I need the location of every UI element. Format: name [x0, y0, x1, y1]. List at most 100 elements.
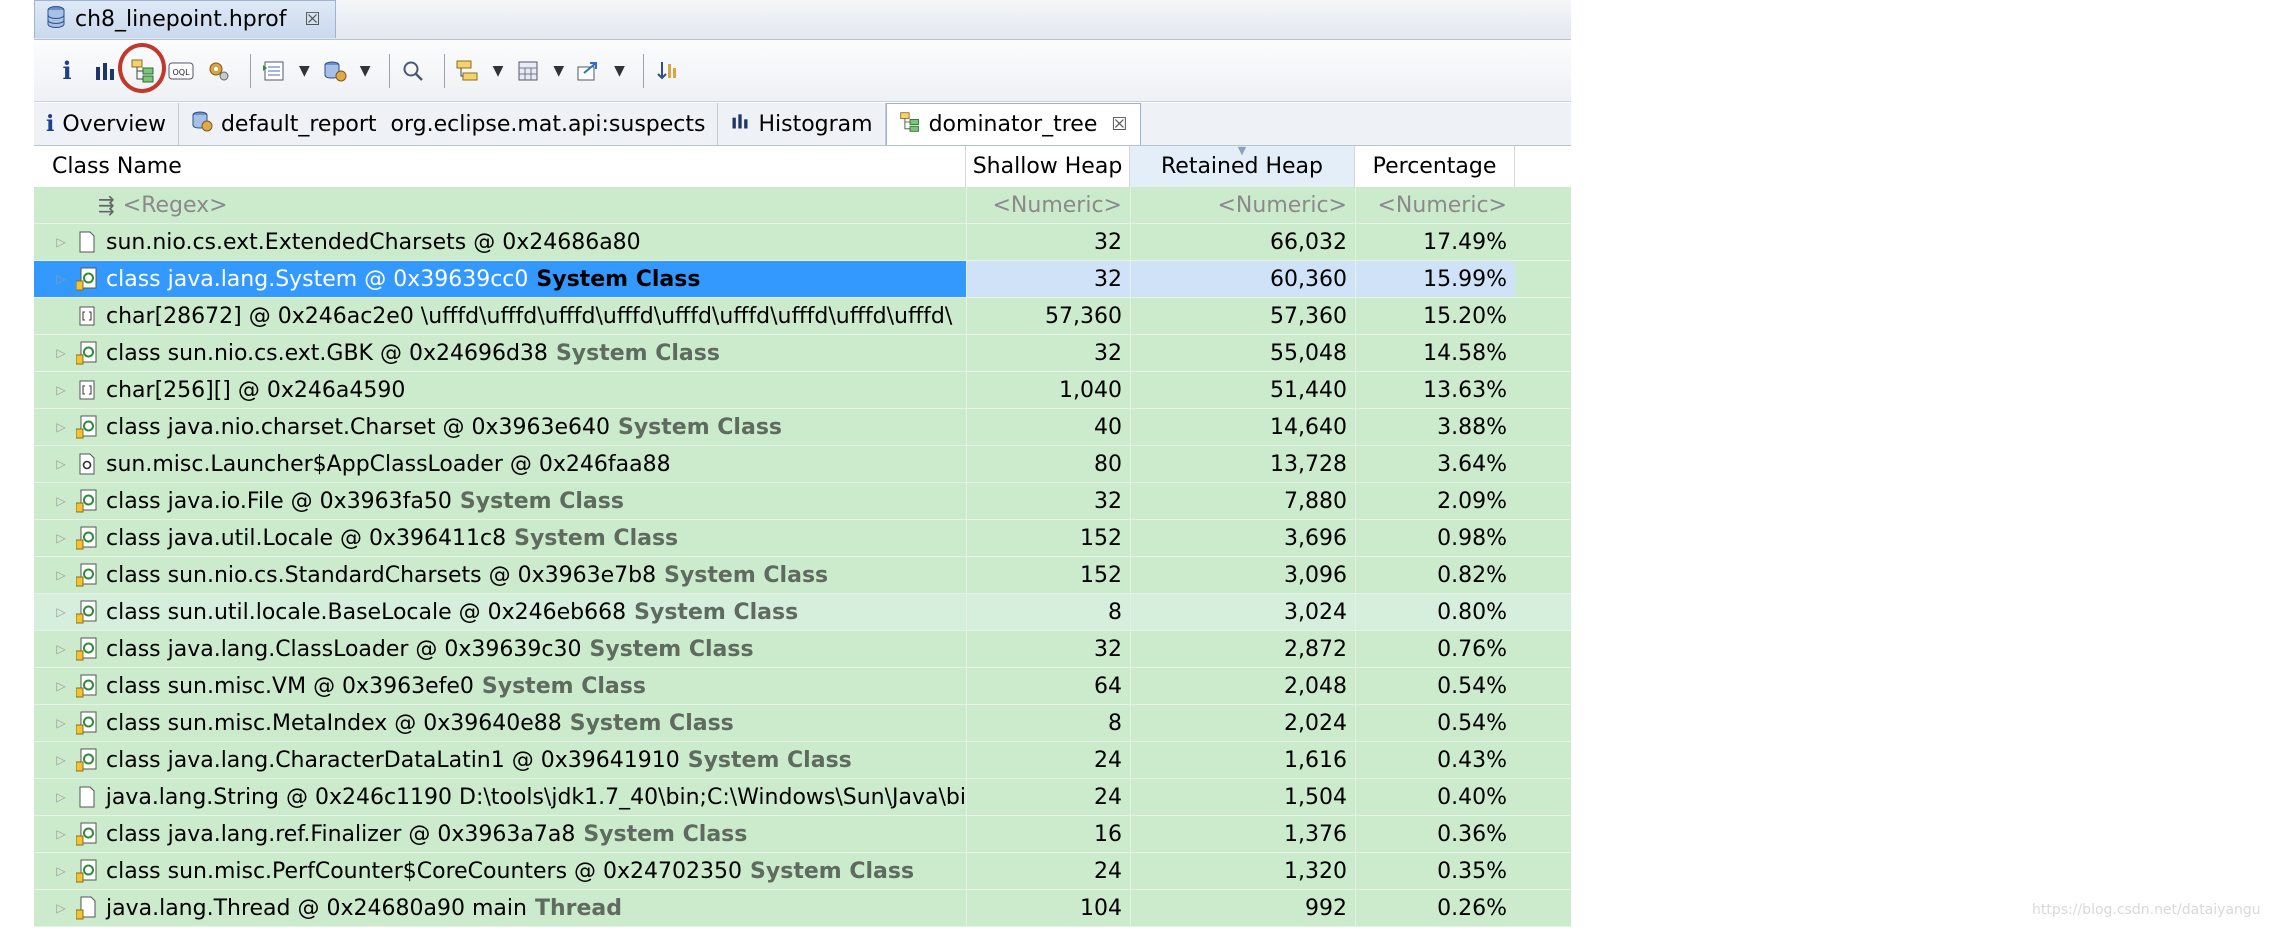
expand-triangle-icon[interactable]: ▷ [52, 235, 70, 249]
expand-triangle-icon[interactable]: ▷ [52, 901, 70, 915]
class-name-cell[interactable]: ▷ java.lang.String @ 0x246c1190 D:\tools\… [34, 779, 966, 815]
expand-triangle-icon[interactable]: ▷ [52, 790, 70, 804]
search-icon[interactable] [398, 51, 428, 91]
table-row[interactable]: ▷ java.lang.String @ 0x246c1190 D:\tools\… [34, 779, 1571, 816]
percentage-filter-input[interactable]: <Numeric> [1355, 187, 1515, 223]
close-icon[interactable]: ☒ [1111, 114, 1127, 135]
class-name-cell[interactable]: ▷ class java.util.Locale @ 0x396411c8 Syst… [34, 520, 966, 556]
retained-heap-cell: 13,728 [1130, 446, 1355, 482]
class-name-cell[interactable]: ▷ class sun.misc.PerfCounter$CoreCounters… [34, 853, 966, 889]
tab-overview[interactable]: i Overview [34, 103, 179, 145]
group-by-icon[interactable] [453, 51, 483, 91]
class-name-cell[interactable]: char[28672] @ 0x246ac2e0 \ufffd\ufffd\uf… [34, 298, 966, 334]
expand-triangle-icon[interactable]: ▷ [52, 346, 70, 360]
shallow-filter-input[interactable]: <Numeric> [966, 187, 1130, 223]
histogram-icon[interactable] [90, 51, 120, 91]
sort-icon[interactable] [652, 51, 682, 91]
class-icon [76, 415, 98, 439]
class-name-cell[interactable]: ▷ class java.io.File @ 0x3963fa50 System C… [34, 483, 966, 519]
table-row[interactable]: ▷ java.lang.Thread @ 0x24680a90 main Threa… [34, 890, 1571, 927]
class-name-cell[interactable]: ▷ class java.lang.ClassLoader @ 0x39639c3… [34, 631, 966, 667]
table-row[interactable]: ▷ class sun.nio.cs.ext.GBK @ 0x24696d38 Sy… [34, 335, 1571, 372]
retained-filter-input[interactable]: <Numeric> [1130, 187, 1355, 223]
class-name-cell[interactable]: ▷ class sun.misc.VM @ 0x3963efe0 System Cl… [34, 668, 966, 704]
chevron-down-icon[interactable]: ▼ [493, 63, 504, 79]
tab-dominator-tree[interactable]: dominator_tree ☒ [885, 103, 1141, 145]
table-row[interactable]: ▷ class sun.misc.PerfCounter$CoreCounters… [34, 853, 1571, 890]
tab-default-report[interactable]: default_report org.eclipse.mat.api:suspe… [179, 103, 719, 145]
table-row[interactable]: ▷ class sun.util.locale.BaseLocale @ 0x24… [34, 594, 1571, 631]
chevron-down-icon[interactable]: ▼ [553, 63, 564, 79]
expand-triangle-icon[interactable]: ▷ [52, 642, 70, 656]
oql-icon[interactable]: OQL [166, 51, 196, 91]
expand-triangle-icon[interactable]: ▷ [52, 494, 70, 508]
table-row[interactable]: ▷ class sun.misc.MetaIndex @ 0x39640e88 Sy… [34, 705, 1571, 742]
expand-triangle-icon[interactable]: ▷ [52, 605, 70, 619]
expand-triangle-icon[interactable]: ▷ [52, 864, 70, 878]
expand-triangle-icon[interactable]: ▷ [52, 272, 70, 286]
expand-triangle-icon[interactable]: ▷ [52, 827, 70, 841]
chevron-down-icon[interactable]: ▼ [614, 63, 625, 79]
column-header-retained-heap[interactable]: ▼ Retained Heap [1130, 145, 1355, 187]
calculator-icon[interactable] [513, 51, 543, 91]
class-name-cell[interactable]: ▷ class java.lang.CharacterDataLatin1 @ 0… [34, 742, 966, 778]
class-name-text: class java.lang.System @ 0x39639cc0 [106, 266, 529, 292]
regex-filter-cell[interactable]: ⇶ <Regex> [34, 187, 966, 223]
report-icon [191, 110, 213, 138]
expand-triangle-icon[interactable]: ▷ [52, 753, 70, 767]
gears-icon[interactable] [204, 51, 234, 91]
export-icon[interactable] [574, 51, 604, 91]
table-row[interactable]: char[28672] @ 0x246ac2e0 \ufffd\ufffd\uf… [34, 298, 1571, 335]
query-browser-icon[interactable] [320, 51, 350, 91]
class-name-cell[interactable]: ▷ class java.lang.ref.Finalizer @ 0x3963a… [34, 816, 966, 852]
class-name-cell[interactable]: ▷ sun.nio.cs.ext.ExtendedCharsets @ 0x246… [34, 224, 966, 260]
table-row[interactable]: ▷ class java.lang.ref.Finalizer @ 0x3963a… [34, 816, 1571, 853]
table-row[interactable]: ▷ class java.lang.CharacterDataLatin1 @ 0… [34, 742, 1571, 779]
array-icon [76, 378, 98, 402]
class-name-cell[interactable]: ▷ java.lang.Thread @ 0x24680a90 main Threa… [34, 890, 966, 926]
heap-dump-icon [45, 5, 67, 35]
class-name-cell[interactable]: ▷ class java.nio.charset.Charset @ 0x3963… [34, 409, 966, 445]
regex-filter-input[interactable]: <Regex> [123, 193, 228, 218]
table-row[interactable]: ▷ char[256][] @ 0x246a4590 1,040 51,440 13.6… [34, 372, 1571, 409]
class-name-text: java.lang.Thread @ 0x24680a90 main [106, 895, 527, 921]
table-row[interactable]: ▷ class sun.misc.VM @ 0x3963efe0 System Cl… [34, 668, 1571, 705]
table-row[interactable]: ▷ class java.lang.System @ 0x39639cc0 Syst… [34, 261, 1571, 298]
filler-cell [1515, 890, 1571, 926]
class-name-cell[interactable]: ▷ sun.misc.Launcher$AppClassLoader @ 0x24… [34, 446, 966, 482]
table-row[interactable]: ▷ class java.nio.charset.Charset @ 0x3963… [34, 409, 1571, 446]
class-name-text: java.lang.String @ 0x246c1190 D:\tools\j… [105, 784, 966, 810]
class-name-cell[interactable]: ▷ class java.lang.System @ 0x39639cc0 Syst… [34, 261, 966, 297]
class-name-cell[interactable]: ▷ class sun.misc.MetaIndex @ 0x39640e88 Sy… [34, 705, 966, 741]
class-name-cell[interactable]: ▷ char[256][] @ 0x246a4590 [34, 372, 966, 408]
info-icon[interactable]: i [52, 51, 82, 91]
class-name-cell[interactable]: ▷ class sun.util.locale.BaseLocale @ 0x24… [34, 594, 966, 630]
table-row[interactable]: ▷ class java.lang.ClassLoader @ 0x39639c3… [34, 631, 1571, 668]
expand-triangle-icon[interactable]: ▷ [52, 568, 70, 582]
percentage-cell: 0.40% [1355, 779, 1515, 815]
tab-default-report-label: default_report org.eclipse.mat.api:suspe… [220, 111, 706, 137]
expand-triangle-icon[interactable]: ▷ [52, 457, 70, 471]
class-name-cell[interactable]: ▷ class sun.nio.cs.ext.GBK @ 0x24696d38 Sy… [34, 335, 966, 371]
expand-triangle-icon[interactable]: ▷ [52, 716, 70, 730]
column-header-percentage[interactable]: Percentage [1355, 146, 1515, 187]
column-header-shallow-heap[interactable]: Shallow Heap [966, 146, 1130, 187]
expand-triangle-icon[interactable]: ▷ [52, 679, 70, 693]
table-row[interactable]: ▷ class java.io.File @ 0x3963fa50 System C… [34, 483, 1571, 520]
chevron-down-icon[interactable]: ▼ [360, 63, 371, 79]
table-row[interactable]: ▷ class java.util.Locale @ 0x396411c8 Syst… [34, 520, 1571, 557]
expand-triangle-icon[interactable]: ▷ [52, 531, 70, 545]
run-report-icon[interactable] [259, 51, 289, 91]
table-row[interactable]: ▷ sun.nio.cs.ext.ExtendedCharsets @ 0x246… [34, 224, 1571, 261]
column-header-class-name[interactable]: Class Name [34, 146, 966, 187]
table-row[interactable]: ▷ sun.misc.Launcher$AppClassLoader @ 0x24… [34, 446, 1571, 483]
class-name-cell[interactable]: ▷ class sun.nio.cs.StandardCharsets @ 0x3… [34, 557, 966, 593]
expand-triangle-icon[interactable]: ▷ [52, 383, 70, 397]
tab-histogram[interactable]: Histogram [718, 103, 886, 145]
table-row[interactable]: ▷ class sun.nio.cs.StandardCharsets @ 0x3… [34, 557, 1571, 594]
expand-triangle-icon[interactable]: ▷ [52, 420, 70, 434]
close-icon[interactable]: ☒ [305, 9, 321, 30]
chevron-down-icon[interactable]: ▼ [299, 63, 310, 79]
dominator-tree-icon[interactable] [118, 42, 166, 93]
editor-tab-heapdump[interactable]: ch8_linepoint.hprof ☒ [34, 0, 336, 38]
